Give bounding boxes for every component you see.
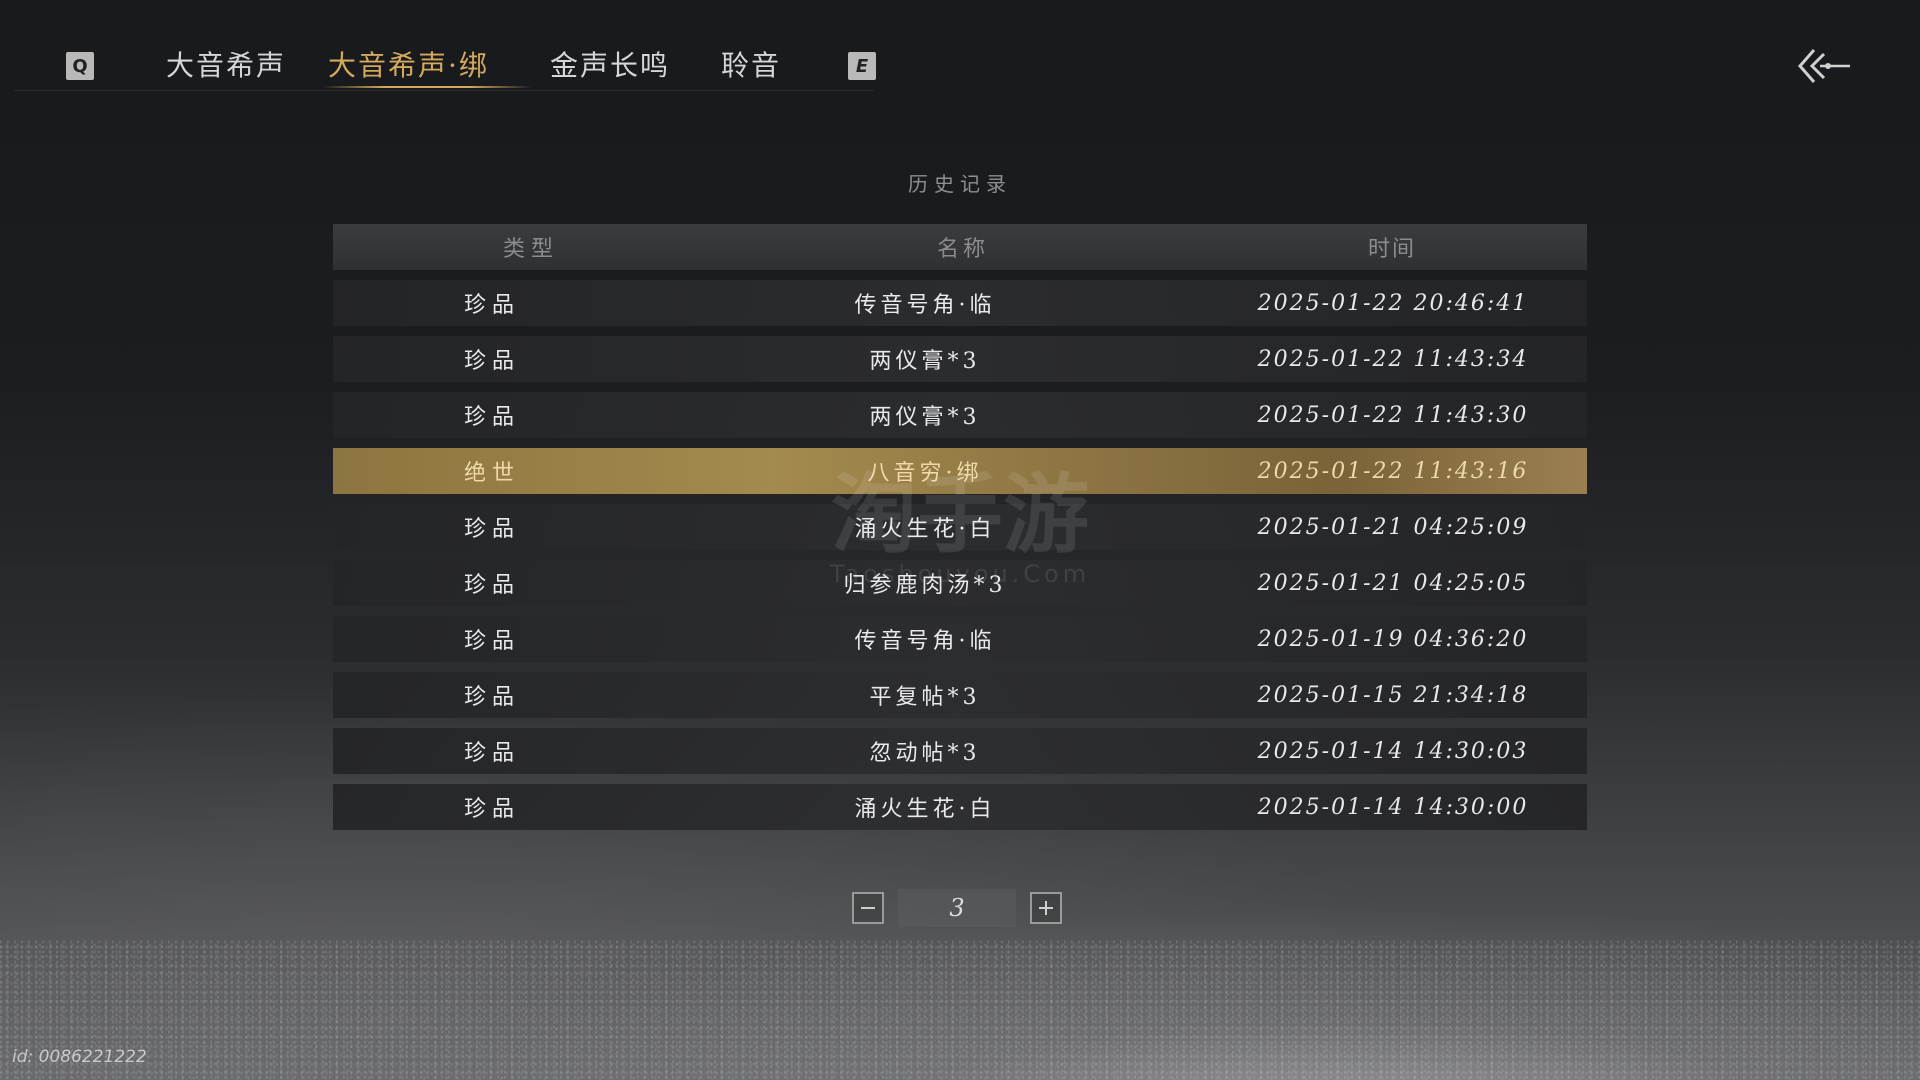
back-button[interactable] <box>1792 44 1852 88</box>
table-row: 珍品 涌火生花·白 2025-01-21 04:25:09 <box>333 504 1587 550</box>
row-type: 珍品 <box>463 741 520 766</box>
table-row: 珍品 传音号角·临 2025-01-22 20:46:41 <box>333 280 1587 326</box>
table-row: 珍品 忽动帖*3 2025-01-14 14:30:03 <box>333 728 1587 774</box>
row-type: 珍品 <box>463 293 520 318</box>
row-type: 珍品 <box>463 573 520 598</box>
row-name: 传音号角·临 <box>854 629 996 654</box>
table-row: 珍品 两仪膏*3 2025-01-22 11:43:30 <box>333 392 1587 438</box>
row-time: 2025-01-14 14:30:03 <box>1257 738 1529 764</box>
page-title: 历史记录 <box>908 172 1012 196</box>
row-name: 八音穷·绑 <box>867 461 983 486</box>
plus-icon <box>1039 901 1053 915</box>
table-row: 珍品 归参鹿肉汤*3 2025-01-21 04:25:05 <box>333 560 1587 606</box>
next-tab-key-hint[interactable]: E <box>848 52 876 80</box>
table-row: 珍品 平复帖*3 2025-01-15 21:34:18 <box>333 672 1587 718</box>
row-time: 2025-01-19 04:36:20 <box>1257 626 1529 652</box>
row-name: 涌火生花·白 <box>854 517 996 542</box>
row-type: 珍品 <box>463 405 520 430</box>
row-time: 2025-01-22 11:43:16 <box>1257 458 1529 484</box>
user-id-label: id: 0086221222 <box>12 1047 147 1067</box>
tab-da-yin-xi-sheng[interactable]: 大音希声 <box>166 44 286 86</box>
table-row: 珍品 传音号角·临 2025-01-19 04:36:20 <box>333 616 1587 662</box>
tab-da-yin-xi-sheng-bound[interactable]: 大音希声·绑 <box>328 44 489 86</box>
row-type: 珍品 <box>463 797 520 822</box>
row-name: 涌火生花·白 <box>854 797 996 822</box>
row-type: 珍品 <box>463 349 520 374</box>
table-row: 珍品 两仪膏*3 2025-01-22 11:43:34 <box>333 336 1587 382</box>
row-name: 归参鹿肉汤*3 <box>843 573 1007 598</box>
back-arrow-icon <box>1798 49 1850 83</box>
page-number: 3 <box>898 889 1016 927</box>
prev-tab-key-hint[interactable]: Q <box>66 52 94 80</box>
row-time: 2025-01-14 14:30:00 <box>1257 794 1529 820</box>
row-type: 珍品 <box>463 629 520 654</box>
row-name: 传音号角·临 <box>854 293 996 318</box>
top-tab-bar: Q 大音希声 大音希声·绑 金声长鸣 聆音 E <box>14 0 876 91</box>
header-time: 时间 <box>1367 237 1416 262</box>
active-tab-indicator <box>322 86 532 88</box>
table-row-highlighted: 绝世 八音穷·绑 2025-01-22 11:43:16 <box>333 448 1587 494</box>
table-header: 类型 名称 时间 <box>333 224 1587 270</box>
row-name: 两仪膏*3 <box>869 405 981 430</box>
page-stepper: 3 <box>852 888 1062 928</box>
row-name: 平复帖*3 <box>869 685 981 710</box>
row-name: 两仪膏*3 <box>869 349 981 374</box>
history-table: 类型 名称 时间 珍品 传音号角·临 2025-01-22 20:46:41 珍… <box>333 224 1587 830</box>
row-time: 2025-01-22 11:43:30 <box>1257 402 1529 428</box>
row-time: 2025-01-22 11:43:34 <box>1257 346 1529 372</box>
row-time: 2025-01-22 20:46:41 <box>1257 290 1529 316</box>
minus-icon <box>861 907 875 909</box>
table-row: 珍品 涌火生花·白 2025-01-14 14:30:00 <box>333 784 1587 830</box>
header-name: 名称 <box>936 237 989 262</box>
row-time: 2025-01-15 21:34:18 <box>1257 682 1529 708</box>
row-time: 2025-01-21 04:25:05 <box>1257 570 1529 596</box>
ground-texture <box>0 940 1920 1080</box>
row-time: 2025-01-21 04:25:09 <box>1257 514 1529 540</box>
tab-ling-yin[interactable]: 聆音 <box>721 44 781 86</box>
row-type: 绝世 <box>463 461 520 486</box>
header-type: 类型 <box>502 237 559 262</box>
next-page-button[interactable] <box>1030 892 1062 924</box>
tab-jin-sheng-chang-ming[interactable]: 金声长鸣 <box>550 44 670 86</box>
row-name: 忽动帖*3 <box>869 741 981 766</box>
prev-page-button[interactable] <box>852 892 884 924</box>
row-type: 珍品 <box>463 517 520 542</box>
row-type: 珍品 <box>463 685 520 710</box>
